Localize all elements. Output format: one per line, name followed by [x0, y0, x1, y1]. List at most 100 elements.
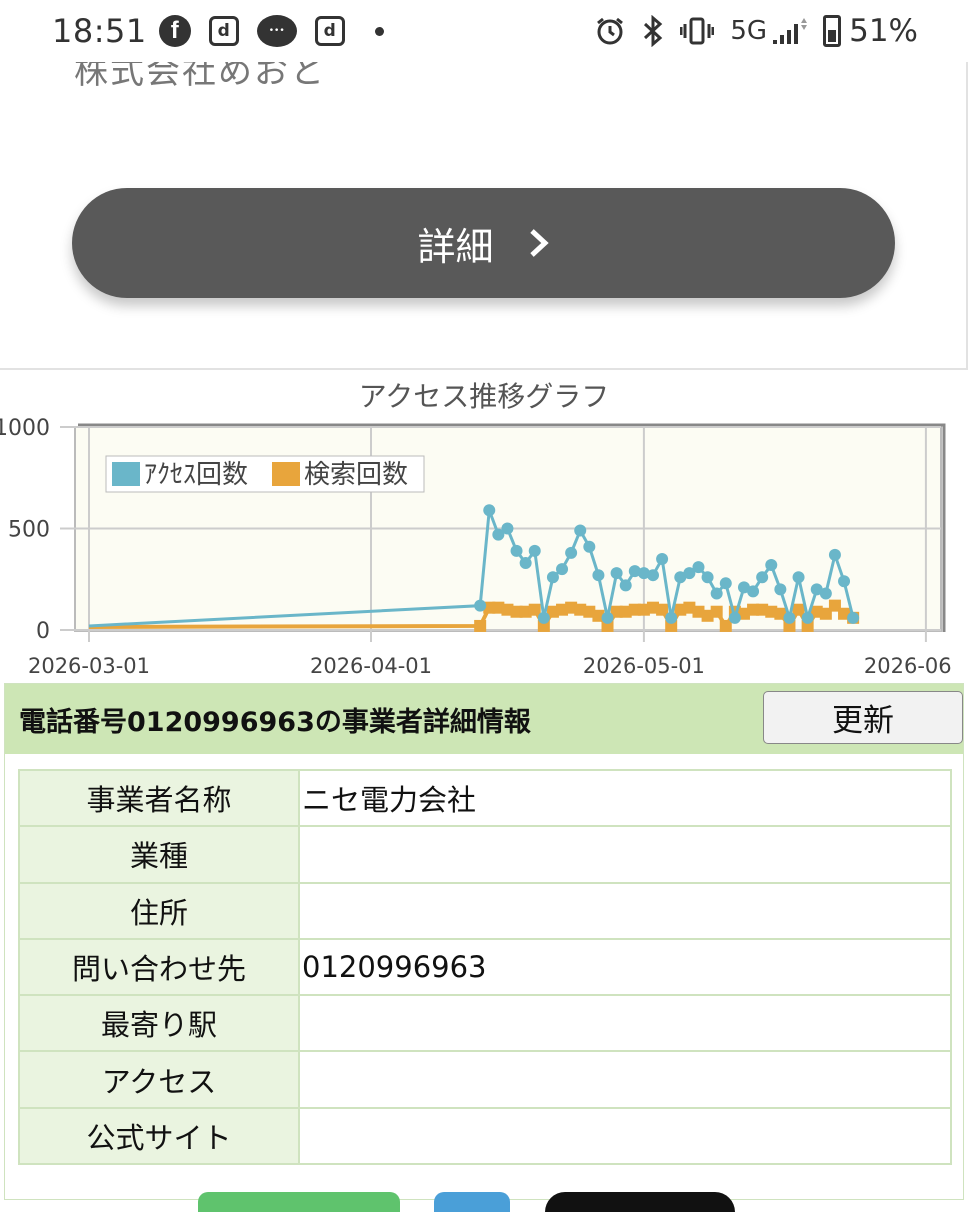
info-table: 事業者名称 ニセ電力会社 業種 住所 問い合わせ先 0120996963 最寄り駅 アクセス公…: [18, 768, 952, 1166]
data-point-access: [656, 552, 669, 565]
y-tick-label: 500: [8, 518, 50, 543]
y-tick-label: 1000: [0, 416, 50, 441]
data-point-access: [828, 548, 841, 561]
data-point-access: [519, 557, 532, 570]
x-tick-label: 2026-04-01: [310, 654, 432, 678]
d-icon: d: [208, 16, 239, 46]
data-point-access: [528, 544, 541, 557]
access-chart: 0 500 1000 2026-03-01 2026-04-01 2026-05-01 2…: [0, 416, 952, 678]
data-point-access: [719, 577, 732, 590]
data-point-access: [592, 569, 605, 582]
data-point-access: [565, 546, 578, 559]
data-point-access: [756, 571, 769, 584]
data-point-access: [710, 587, 723, 600]
info-title: 電話番号0120996963の事業者詳細情報: [19, 707, 531, 738]
data-point-access: [537, 611, 550, 624]
data-point-access: [701, 571, 714, 584]
battery-percent: 51%: [849, 13, 918, 49]
data-point-access: [765, 559, 778, 572]
alarm-icon: [594, 15, 626, 47]
data-point-search: [528, 603, 541, 616]
data-point-access: [747, 585, 760, 598]
legend-label-access: ｱｸｾｽ回数: [144, 460, 248, 490]
info-key: 事業者名称: [18, 768, 300, 828]
data-point-access: [783, 611, 796, 624]
info-key: 最寄り駅: [18, 994, 300, 1053]
legend-swatch-search: [272, 462, 300, 486]
data-point-access: [665, 611, 678, 624]
x-tick-label: 2026-03-01: [28, 654, 150, 678]
data-point-access: [692, 561, 705, 574]
share-button-black[interactable]: [545, 1192, 735, 1212]
data-point-access: [728, 611, 741, 624]
refresh-button[interactable]: 更新: [763, 691, 963, 744]
data-point-access: [601, 611, 614, 624]
table-row: 住所: [18, 881, 952, 940]
d-icon: d: [314, 16, 345, 46]
info-value: [298, 1106, 952, 1166]
data-point-access: [474, 599, 487, 612]
info-key: 業種: [18, 825, 300, 884]
data-point-access: [819, 587, 832, 600]
data-point-access: [510, 544, 523, 557]
data-point-access: [583, 540, 596, 553]
data-point-access: [801, 611, 814, 624]
x-tick-label: 2026-05-01: [583, 654, 705, 678]
data-point-search: [792, 603, 805, 616]
data-point-access: [792, 571, 805, 584]
osaifu-icon: •••: [256, 15, 297, 47]
chevron-right-icon: [528, 227, 550, 259]
data-point-access: [647, 569, 659, 582]
info-header: 電話番号0120996963の事業者詳細情報 更新: [5, 684, 963, 754]
data-point-access: [483, 504, 496, 517]
info-key: 公式サイト: [18, 1106, 300, 1166]
detail-button-label: 詳細: [417, 224, 494, 269]
legend-swatch-access: [112, 462, 140, 486]
vibrate-icon: [680, 16, 715, 46]
info-value: [298, 994, 952, 1053]
chart-legend: ｱｸｾｽ回数 検索回数: [105, 455, 425, 493]
data-point-search: [719, 619, 732, 632]
info-value: [298, 881, 952, 940]
x-tick-label: 2026-06: [864, 654, 952, 678]
info-value: ニセ電力会社: [298, 768, 952, 828]
info-value: [298, 825, 952, 884]
detail-button[interactable]: 詳細: [72, 188, 895, 298]
share-button-line[interactable]: [198, 1192, 400, 1212]
data-point-access: [610, 567, 623, 580]
table-row: 最寄り駅: [18, 994, 952, 1053]
data-point-access: [546, 571, 559, 584]
table-row: 問い合わせ先 0120996963: [18, 937, 952, 997]
table-row: 業種: [18, 825, 952, 884]
info-value: [298, 1050, 952, 1109]
table-row: アクセス: [18, 1050, 952, 1109]
dot-icon: [374, 26, 384, 36]
bluetooth-icon: [642, 15, 664, 47]
battery-icon: [823, 15, 842, 47]
facebook-icon: f: [158, 15, 191, 47]
data-point-access: [838, 575, 851, 588]
data-point-access: [847, 611, 860, 624]
y-tick-label: 0: [36, 619, 50, 644]
business-info-section: 電話番号0120996963の事業者詳細情報 更新 事業者名称 ニセ電力会社 業種住…: [4, 683, 964, 1200]
chart-title: アクセス推移グラフ: [358, 380, 610, 413]
data-point-access: [774, 583, 787, 596]
table-row: 事業者名称 ニセ電力会社: [18, 768, 952, 828]
info-value: 0120996963: [298, 937, 952, 997]
data-point-access: [619, 579, 632, 592]
data-point-access: [501, 522, 514, 535]
share-button-blue[interactable]: [434, 1192, 510, 1212]
info-key: 住所: [18, 881, 300, 940]
table-row: 公式サイト: [18, 1106, 952, 1166]
status-time: 18:51: [52, 12, 147, 50]
legend-label-search: 検索回数: [304, 460, 408, 490]
data-point-search: [710, 605, 723, 618]
5g-signal-icon: 5G: [730, 16, 811, 46]
info-key: アクセス: [18, 1050, 300, 1109]
data-point-search: [474, 619, 487, 632]
data-point-search: [656, 603, 669, 616]
data-point-access: [574, 524, 587, 537]
status-bar: 18:51 f d ••• d 5G 51%: [0, 0, 968, 62]
info-key: 問い合わせ先: [18, 937, 300, 997]
data-point-access: [556, 563, 569, 576]
